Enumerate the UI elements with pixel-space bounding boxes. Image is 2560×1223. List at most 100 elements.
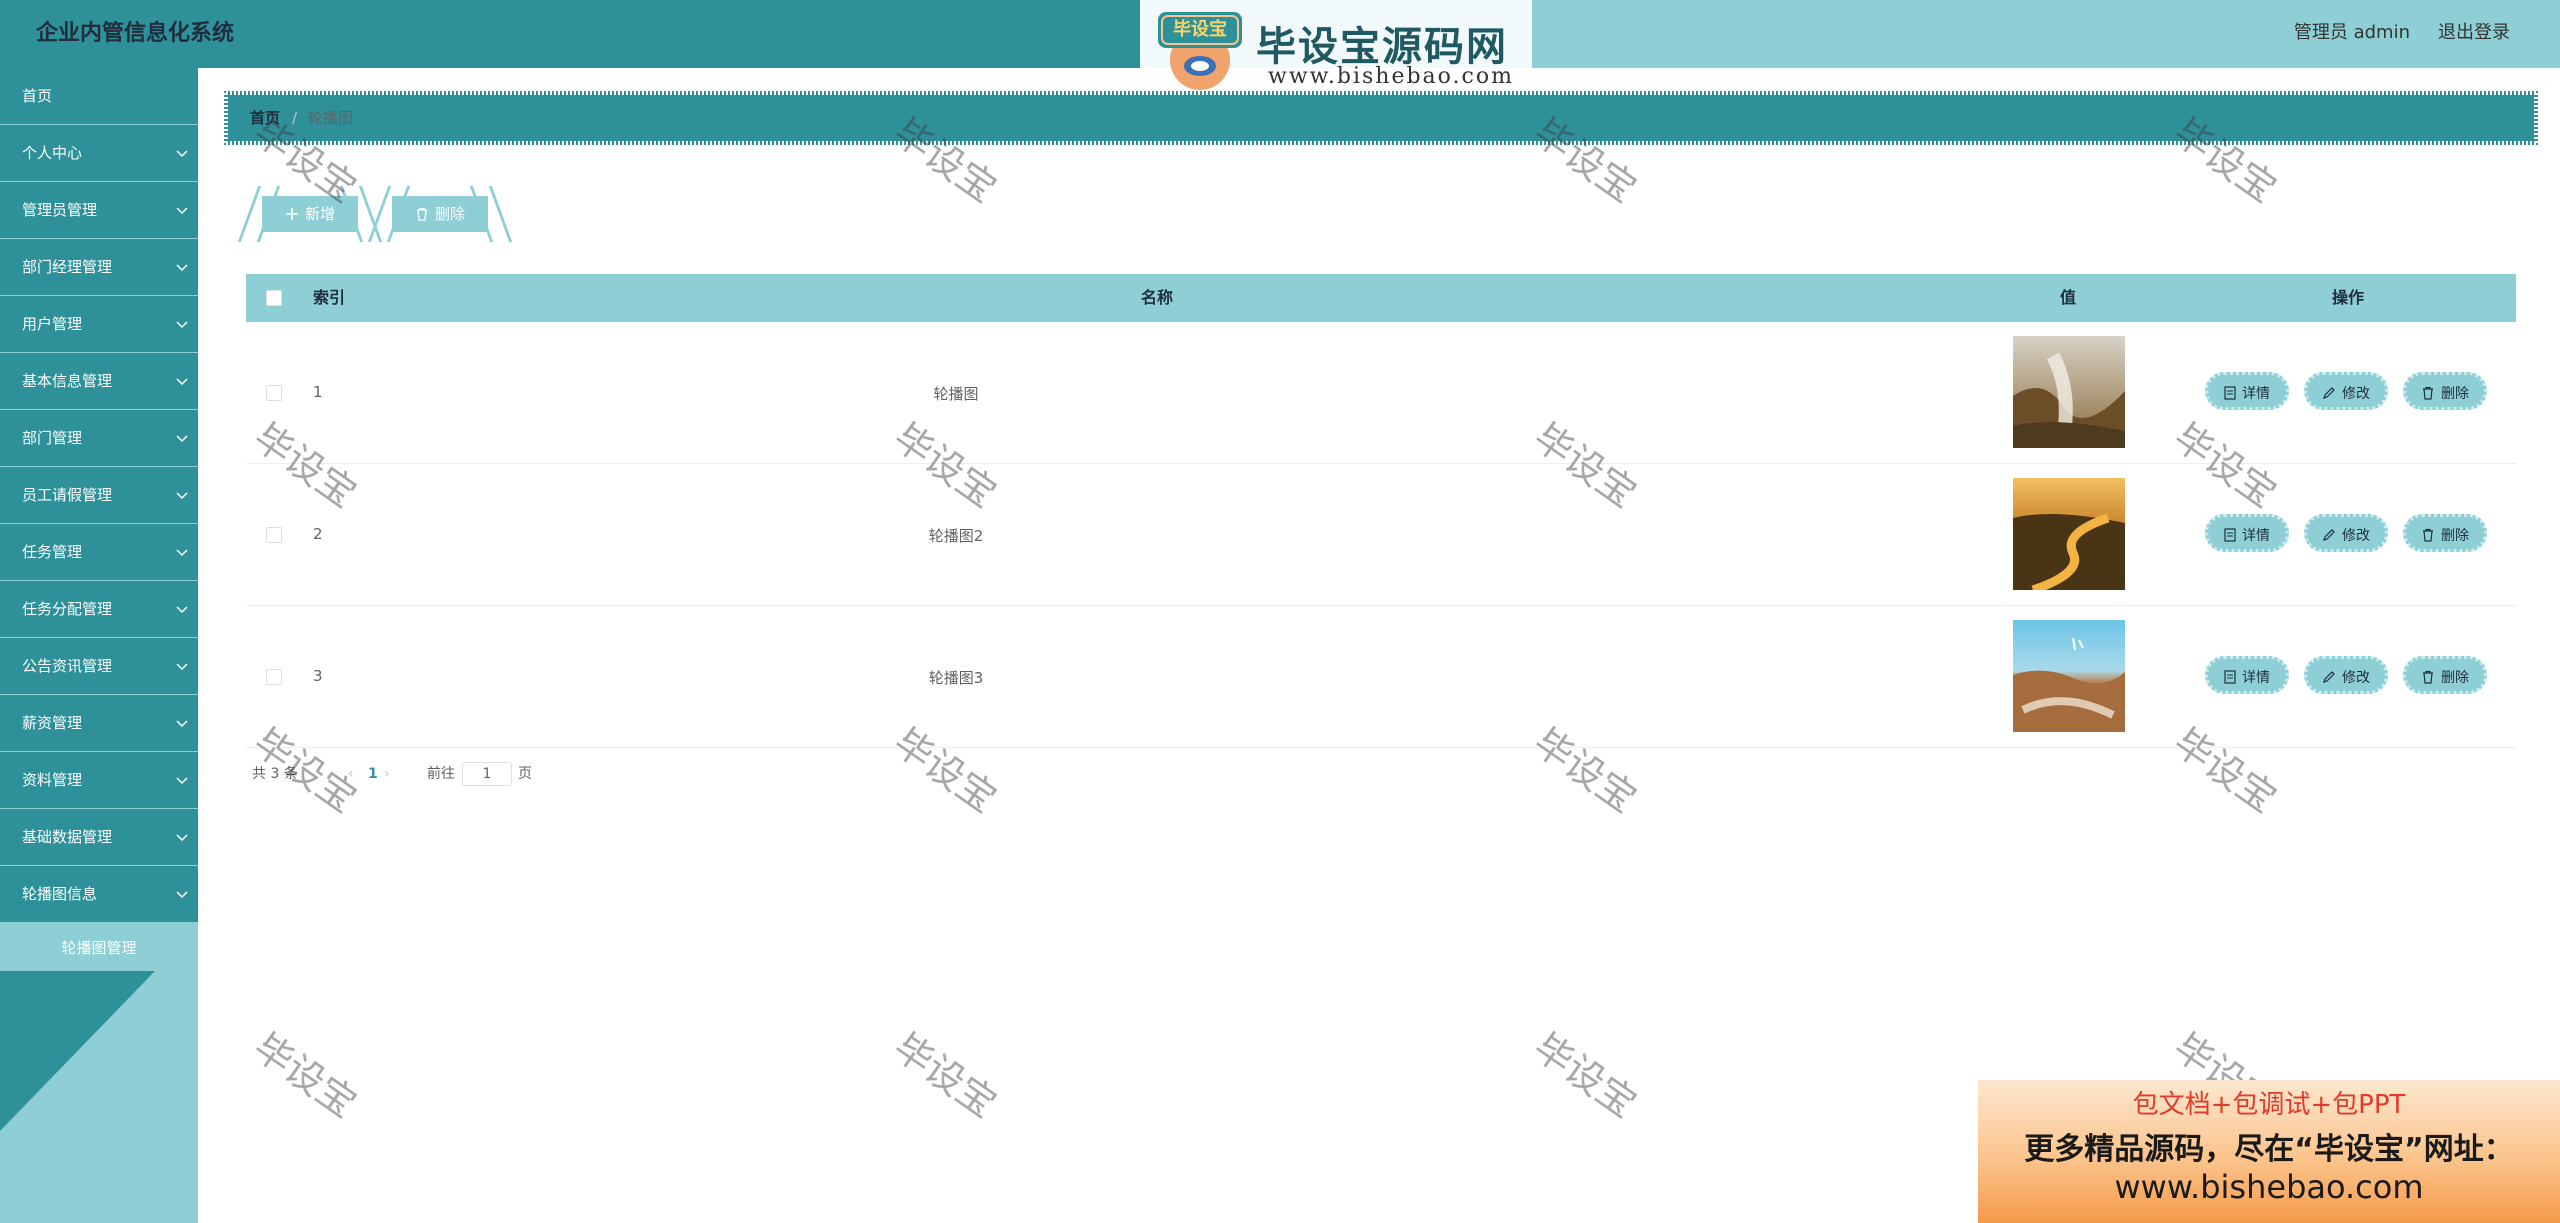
sidebar-item-carousel-info[interactable]: 轮播图信息 (0, 866, 198, 923)
sidebar-item-base-data-management[interactable]: 基础数据管理 (0, 809, 198, 866)
breadcrumb-current: 轮播图 (308, 109, 354, 127)
logo-badge-text: 毕设宝 (1173, 18, 1227, 40)
trash-icon (2421, 519, 2435, 557)
plus-icon (285, 198, 299, 234)
river-sunset-thumbnail (2013, 478, 2125, 590)
sidebar-item-label: 公告资讯管理 (22, 657, 113, 675)
chevron-down-icon (176, 410, 188, 466)
sidebar-item-dept-manager-management[interactable]: 部门经理管理 (0, 239, 198, 296)
waterfall-thumbnail (2013, 336, 2125, 448)
delete-button[interactable]: 删除 (2403, 514, 2487, 552)
goto-page-input[interactable] (462, 762, 512, 786)
chevron-down-icon (176, 353, 188, 409)
sidebar-item-task-assignment[interactable]: 任务分配管理 (0, 581, 198, 638)
detail-button-label: 详情 (2242, 670, 2270, 686)
add-button-label: 新增 (304, 205, 335, 223)
delete-button[interactable]: 删除 (2403, 372, 2487, 410)
promo-line-services: 包文档+包调试+包PPT (2132, 1090, 2406, 1120)
watermark: 毕设宝 (1525, 1024, 1645, 1127)
sidebar-item-label: 部门管理 (22, 429, 83, 447)
canyon-sky-thumbnail (2013, 620, 2125, 732)
trash-icon (415, 198, 429, 234)
chevron-down-icon (176, 182, 188, 238)
sidebar-item-label: 任务分配管理 (22, 600, 113, 618)
edit-button-label: 修改 (2342, 386, 2370, 402)
pencil-icon (2322, 661, 2336, 699)
sidebar-item-label: 轮播图信息 (22, 885, 98, 903)
breadcrumb-home[interactable]: 首页 (250, 95, 280, 141)
sidebar-item-document-management[interactable]: 资料管理 (0, 752, 198, 809)
chevron-down-icon (176, 866, 188, 922)
delete-button-label: 删除 (2441, 670, 2469, 686)
document-icon (2224, 519, 2236, 557)
edit-button[interactable]: 修改 (2304, 514, 2388, 552)
sidebar-subitem-carousel-management[interactable]: 轮播图管理 (0, 923, 198, 973)
detail-button[interactable]: 详情 (2205, 372, 2289, 410)
edit-button[interactable]: 修改 (2304, 372, 2388, 410)
sidebar-item-basic-info-management[interactable]: 基本信息管理 (0, 353, 198, 410)
sidebar-item-label: 用户管理 (22, 315, 83, 333)
sidebar-item-admin-management[interactable]: 管理员管理 (0, 182, 198, 239)
sidebar-item-label: 管理员管理 (22, 201, 98, 219)
sidebar-item-salary-management[interactable]: 薪资管理 (0, 695, 198, 752)
delete-button[interactable]: 删除 (2403, 656, 2487, 694)
watermark: 毕设宝 (885, 1024, 1005, 1127)
chevron-down-icon (176, 467, 188, 523)
sidebar-item-personal-center[interactable]: 个人中心 (0, 125, 198, 182)
trash-icon (2421, 661, 2435, 699)
next-page-icon[interactable]: › (384, 762, 390, 786)
sidebar-item-label: 任务管理 (22, 543, 83, 561)
prev-page-icon[interactable]: ‹ (348, 762, 354, 786)
edit-button-label: 修改 (2342, 528, 2370, 544)
add-button[interactable]: 新增 (262, 196, 358, 232)
sidebar-item-leave-management[interactable]: 员工请假管理 (0, 467, 198, 524)
table-row: 3 轮播图3 详情 修改 删除 (246, 606, 2516, 748)
row-name: 轮播图2 (928, 527, 984, 545)
goto-prefix: 前往 (427, 766, 455, 782)
delete-button-label: 删除 (2441, 386, 2469, 402)
chevron-down-icon (176, 809, 188, 865)
logout-button[interactable]: 退出登录 (2438, 0, 2510, 66)
chevron-down-icon (176, 125, 188, 181)
logo-site-url: www.bishebao.com (1268, 64, 1514, 89)
page-number[interactable]: 1 (368, 762, 378, 786)
chevron-down-icon (176, 581, 188, 637)
site-logo-banner: 毕设宝 毕设宝源码网 www.bishebao.com (1140, 0, 1532, 100)
sidebar-item-label: 员工请假管理 (22, 486, 113, 504)
sidebar-item-label: 基本信息管理 (22, 372, 113, 390)
edit-button[interactable]: 修改 (2304, 656, 2388, 694)
pencil-icon (2322, 377, 2336, 415)
delete-button-label: 删除 (434, 205, 465, 223)
sidebar-item-announcement-management[interactable]: 公告资讯管理 (0, 638, 198, 695)
sidebar-item-user-management[interactable]: 用户管理 (0, 296, 198, 353)
delete-button-label: 删除 (2441, 528, 2469, 544)
document-icon (2224, 377, 2236, 415)
svg-text:毕设宝: 毕设宝 (1173, 18, 1227, 40)
detail-button[interactable]: 详情 (2205, 514, 2289, 552)
sidebar-item-label: 薪资管理 (22, 714, 83, 732)
sidebar-item-task-management[interactable]: 任务管理 (0, 524, 198, 581)
table-header: 索引 名称 值 操作 (246, 274, 2516, 322)
table-row: 2 轮播图2 详情 修改 删除 (246, 464, 2516, 606)
promo-line-headline: 更多精品源码，尽在“毕设宝”网址： (2024, 1132, 2514, 1167)
column-header-actions: 操作 (2332, 288, 2365, 307)
detail-button-label: 详情 (2242, 386, 2270, 402)
sidebar-item-home[interactable]: 首页 (0, 68, 198, 125)
select-all-checkbox[interactable] (266, 290, 282, 306)
chevron-down-icon (176, 752, 188, 808)
table-row: 1 轮播图 详情 修改 删除 (246, 322, 2516, 464)
detail-button[interactable]: 详情 (2205, 656, 2289, 694)
goto-suffix: 页 (518, 766, 532, 782)
carousel-table: 索引 名称 值 操作 1 轮播图 详情 修改 删除 2 轮播图2 详情 修改 删… (246, 274, 2516, 748)
sidebar-item-label: 个人中心 (22, 144, 83, 162)
promo-banner[interactable]: 包文档+包调试+包PPT 更多精品源码，尽在“毕设宝”网址： www.bishe… (1978, 1080, 2560, 1223)
row-name: 轮播图 (933, 385, 979, 403)
edit-button-label: 修改 (2342, 670, 2370, 686)
column-header-name: 名称 (1141, 288, 1174, 307)
sidebar-item-department-management[interactable]: 部门管理 (0, 410, 198, 467)
chevron-down-icon (176, 638, 188, 694)
sidebar-item-label: 资料管理 (22, 771, 83, 789)
batch-delete-button[interactable]: 删除 (392, 196, 488, 232)
column-header-index: 索引 (313, 288, 346, 307)
document-icon (2224, 661, 2236, 699)
